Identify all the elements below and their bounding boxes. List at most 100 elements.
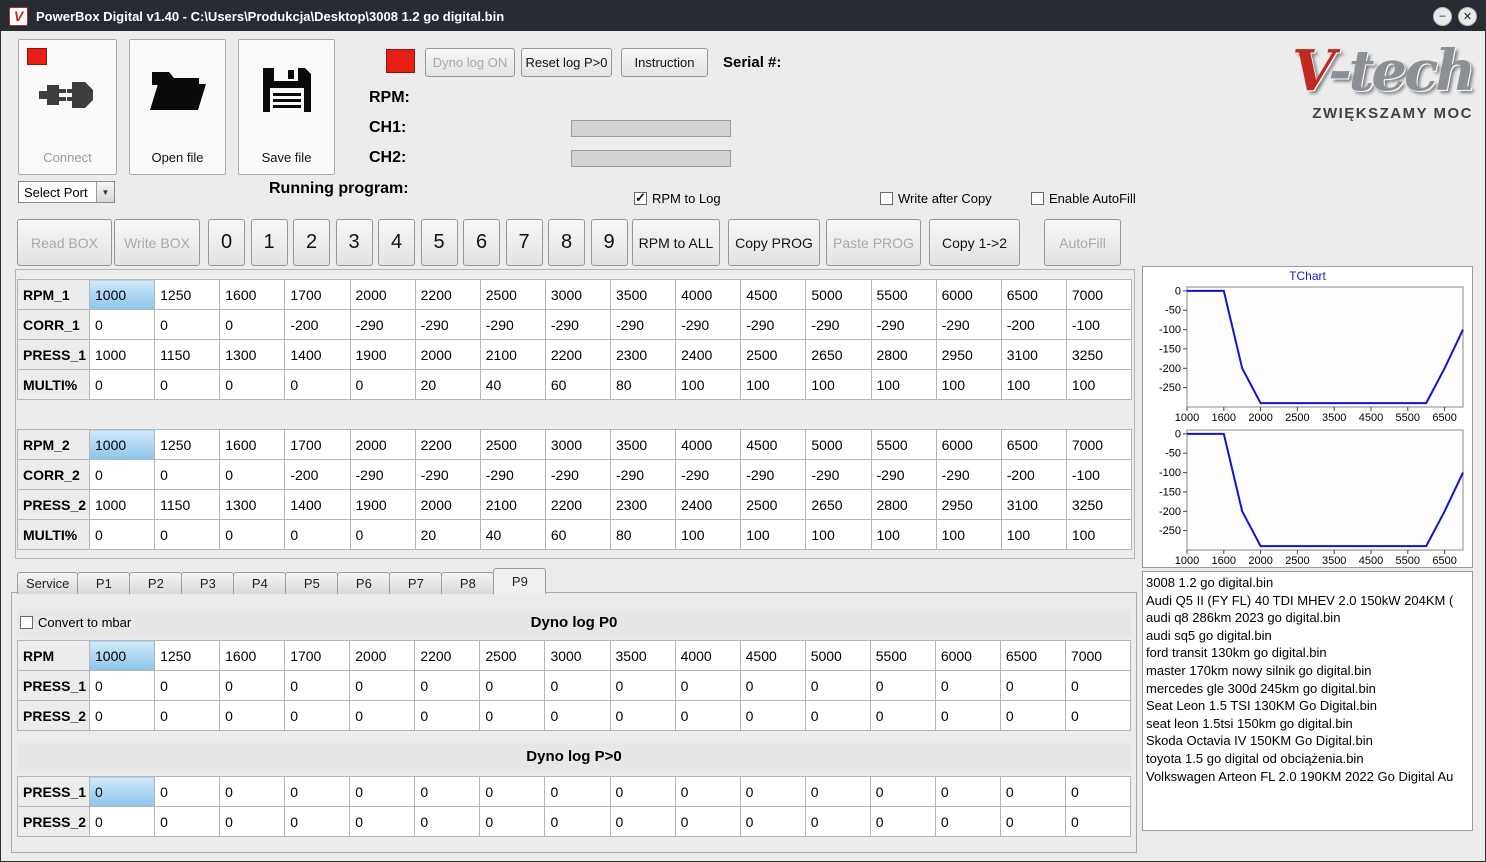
table-cell[interactable]: 2100 (479, 489, 546, 520)
table-cell[interactable]: -290 (479, 309, 546, 340)
table-cell[interactable]: 0 (999, 670, 1066, 701)
table-cell[interactable]: 2500 (479, 279, 546, 310)
table-cell[interactable]: 0 (544, 670, 611, 701)
paste-prog-button[interactable]: Paste PROG (826, 219, 921, 266)
table-cell[interactable]: -290 (870, 309, 937, 340)
table-cell[interactable]: 0 (219, 309, 286, 340)
table-cell[interactable]: 4000 (675, 429, 742, 460)
table-cell[interactable]: 3250 (1065, 339, 1133, 370)
table-cell[interactable]: -290 (414, 459, 481, 490)
table-cell[interactable]: 0 (219, 700, 286, 731)
table-cell[interactable]: 7000 (1065, 429, 1133, 460)
table-cell[interactable]: 0 (284, 776, 351, 807)
table-cell[interactable]: -290 (544, 309, 612, 340)
table-cell[interactable]: 80 (609, 369, 677, 400)
digit-button-4[interactable]: 4 (378, 219, 415, 266)
tab-p3[interactable]: P3 (181, 572, 235, 594)
table-cell[interactable]: 0 (219, 369, 286, 400)
table-cell[interactable]: 0 (88, 519, 156, 550)
table-cell[interactable]: 0 (544, 700, 611, 731)
table-cell[interactable]: 2650 (805, 489, 872, 520)
table-cell[interactable]: 1400 (284, 339, 351, 370)
table-cell[interactable]: 100 (1000, 519, 1067, 550)
save-file-button[interactable]: Save file (238, 39, 335, 175)
table-cell[interactable]: 2200 (544, 339, 612, 370)
table-cell[interactable]: 100 (740, 519, 807, 550)
table-cell[interactable]: 2500 (740, 339, 807, 370)
table-cell[interactable]: 2400 (675, 489, 742, 520)
table-cell[interactable]: 100 (805, 519, 872, 550)
table-cell[interactable]: 2400 (675, 339, 742, 370)
table-cell[interactable]: 0 (284, 519, 351, 550)
table-cell[interactable]: 5500 (870, 279, 937, 310)
table-cell[interactable]: 0 (219, 776, 286, 807)
digit-button-0[interactable]: 0 (208, 219, 245, 266)
table-cell[interactable]: -290 (609, 309, 677, 340)
table-cell[interactable]: -290 (805, 459, 872, 490)
file-list-item[interactable]: Seat Leon 1.5 TSI 130KM Go Digital.bin (1146, 697, 1472, 715)
table-cell[interactable]: 0 (284, 700, 351, 731)
table-cell[interactable]: 3500 (609, 640, 676, 671)
table-cell[interactable]: 1250 (154, 640, 221, 671)
table-cell[interactable]: 3100 (1000, 339, 1067, 370)
table-cell[interactable]: 2200 (414, 279, 481, 310)
file-list-item[interactable]: audi q8 286km 2023 go digital.bin (1146, 609, 1472, 627)
table-cell[interactable]: 6000 (935, 279, 1002, 310)
table-cell[interactable]: 6500 (1000, 429, 1067, 460)
table-cell[interactable]: 0 (154, 776, 221, 807)
file-list-item[interactable]: ford transit 130km go digital.bin (1146, 644, 1472, 662)
table-cell[interactable]: 2950 (935, 339, 1002, 370)
table-cell[interactable]: 1000 (88, 640, 156, 671)
table-cell[interactable]: -290 (479, 459, 546, 490)
table-cell[interactable]: 3500 (609, 279, 677, 310)
table-cell[interactable]: 0 (999, 776, 1066, 807)
table-cell[interactable]: 0 (544, 776, 611, 807)
open-file-button[interactable]: Open file (129, 39, 226, 175)
table-cell[interactable]: 0 (739, 700, 806, 731)
table-cell[interactable]: 2300 (609, 339, 677, 370)
table-cell[interactable]: 1600 (219, 640, 286, 671)
table-cell[interactable]: 6500 (999, 640, 1066, 671)
table-cell[interactable]: 100 (740, 369, 807, 400)
table-cell[interactable]: 3000 (544, 429, 612, 460)
table-cell[interactable]: 7000 (1065, 279, 1133, 310)
table-cell[interactable]: 0 (219, 670, 286, 701)
table-cell[interactable]: 0 (674, 700, 741, 731)
digit-button-7[interactable]: 7 (505, 219, 543, 266)
table-cell[interactable]: 0 (999, 806, 1066, 837)
table-cell[interactable]: 100 (1065, 369, 1133, 400)
table-cell[interactable]: 40 (479, 369, 546, 400)
table-cell[interactable]: 0 (934, 670, 1001, 701)
table-cell[interactable]: 0 (869, 776, 936, 807)
table-cell[interactable]: 2000 (349, 429, 416, 460)
table-cell[interactable]: 5000 (805, 279, 872, 310)
table-cell[interactable]: 60 (544, 369, 612, 400)
table-cell[interactable]: 80 (609, 519, 677, 550)
table-cell[interactable]: 1700 (284, 640, 351, 671)
table-cell[interactable]: 1000 (88, 279, 156, 310)
table-cell[interactable]: 0 (154, 806, 221, 837)
minimize-button[interactable]: – (1433, 6, 1452, 26)
table-cell[interactable]: -290 (740, 309, 807, 340)
table-cell[interactable]: 2650 (805, 339, 872, 370)
table-cell[interactable]: 0 (88, 459, 156, 490)
table-cell[interactable]: 100 (935, 519, 1002, 550)
table-cell[interactable]: 1000 (88, 489, 156, 520)
table-cell[interactable]: 0 (219, 806, 286, 837)
copy-1-to-2-button[interactable]: Copy 1->2 (929, 219, 1020, 266)
table-cell[interactable]: 3500 (609, 429, 677, 460)
table-cell[interactable]: 0 (674, 806, 741, 837)
table-cell[interactable]: -100 (1065, 459, 1133, 490)
table-cell[interactable]: 1700 (284, 429, 351, 460)
table-cell[interactable]: 0 (739, 806, 806, 837)
table-cell[interactable]: 0 (154, 670, 221, 701)
table-cell[interactable]: 2950 (935, 489, 1002, 520)
table-cell[interactable]: 0 (154, 369, 221, 400)
rpm-to-all-button[interactable]: RPM to ALL (632, 219, 720, 266)
table-cell[interactable]: 2500 (479, 429, 546, 460)
table-cell[interactable]: 100 (935, 369, 1002, 400)
table-cell[interactable]: 2000 (349, 279, 416, 310)
table-cell[interactable]: -290 (675, 459, 742, 490)
table-cell[interactable]: 4500 (739, 640, 806, 671)
digit-button-2[interactable]: 2 (293, 219, 330, 266)
